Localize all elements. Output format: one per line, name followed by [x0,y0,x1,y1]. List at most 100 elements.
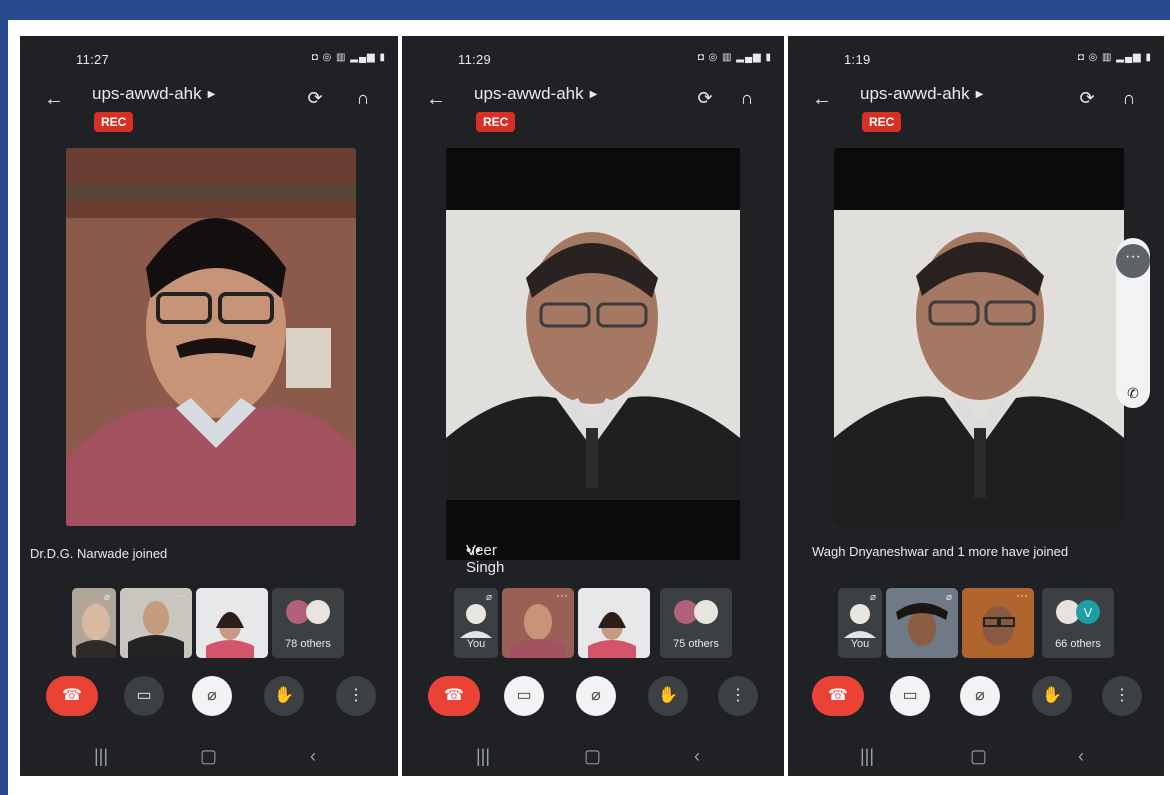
headphones-icon[interactable]: ∩ [734,88,760,114]
call-controls: ☎ ▭ ⌀ ✋ ⋮ [402,676,784,716]
join-notification: Dr.D.G. Narwade joined [20,536,398,572]
participant-thumb[interactable]: ⌀ [196,588,268,658]
join-text: Wagh Dnyaneshwar and 1 more have joined [812,544,1069,559]
mic-off-button[interactable]: ⌀ [960,676,1000,716]
raise-hand-button[interactable]: ✋ [264,676,304,716]
recents-icon[interactable]: ||| [94,746,108,767]
blue-frame-left [0,0,8,795]
meeting-title[interactable]: ups-awwd-ahk ▶ [474,84,597,104]
self-thumb[interactable]: ⌀ You [454,588,498,658]
end-call-button[interactable]: ☎ [46,676,98,716]
recents-icon[interactable]: ||| [860,746,874,767]
join-text: Dr.D.G. Narwade joined [30,546,168,561]
more-options-button[interactable]: ⋮ [336,676,376,716]
rec-badge: REC [476,112,516,132]
android-navbar: ||| ▢ ‹ [402,742,784,772]
phone-screen-3: 1:19 ◘ ◎ ▥ ▂▄▆ ▮ ← ups-awwd-ahk ▶ REC ⟳ ∩… [788,36,1164,776]
home-icon[interactable]: ▢ [970,746,987,767]
others-tile[interactable]: 78 others [272,588,344,658]
participant-thumb[interactable]: ··· [962,588,1034,658]
headphones-icon[interactable]: ∩ [1116,88,1142,114]
status-time: 11:27 [76,52,110,67]
android-navbar: ||| ▢ ‹ [20,742,398,772]
more-dots-icon[interactable]: ··· [556,588,568,602]
status-bar: 11:29 ◘ ◎ ▥ ▂▄▆ ▮ [402,50,784,68]
back-arrow-icon[interactable]: ← [426,88,446,111]
camera-off-button[interactable]: ▭ [504,676,544,716]
phone-screen-1: 11:27 ◘ ◎ ▥ ▂▄▆ ▮ ← ups-awwd-ahk ▶ REC ⟳ … [20,36,398,776]
others-tile[interactable]: V 66 others [1042,588,1114,658]
back-arrow-icon[interactable]: ← [812,88,832,111]
status-icons: ◘ ◎ ▥ ▂▄▆ ▮ [1077,52,1152,63]
home-icon[interactable]: ▢ [200,746,217,767]
phone-screen-2: 11:29 ◘ ◎ ▥ ▂▄▆ ▮ ← ups-awwd-ahk ▶ REC ⟳ … [402,36,784,776]
switch-camera-icon[interactable]: ⟳ [1074,88,1100,114]
avatar-letter: V [1084,605,1093,620]
meeting-topbar: ← ups-awwd-ahk ▶ REC ⟳ ∩ [402,82,784,132]
join-notification: Wagh Dnyaneshwar and 1 more have joined [802,534,1142,570]
others-count: 75 others [673,638,719,650]
status-icons: ◘ ◎ ▥ ▂▄▆ ▮ [697,52,772,63]
status-bar: 11:27 ◘ ◎ ▥ ▂▄▆ ▮ [20,50,398,68]
floating-side-panel[interactable]: ··· ✆ [1116,238,1150,408]
phone-call-icon[interactable]: ✆ [1116,385,1150,402]
participant-thumb[interactable]: ⌀ [72,588,116,658]
recents-icon[interactable]: ||| [476,746,490,767]
camera-off-button[interactable]: ▭ [890,676,930,716]
meeting-title[interactable]: ups-awwd-ahk ▶ [92,84,215,104]
home-icon[interactable]: ▢ [584,746,601,767]
mic-off-button[interactable]: ⌀ [576,676,616,716]
others-count: 78 others [285,638,331,650]
more-options-button[interactable]: ⋮ [1102,676,1142,716]
status-icons: ◘ ◎ ▥ ▂▄▆ ▮ [311,52,386,63]
mic-off-icon: ⌀ [637,592,644,603]
you-label: You [850,638,870,650]
more-dots-icon[interactable]: ··· [1116,244,1150,278]
call-controls: ☎ ▭ ⌀ ✋ ⋮ [20,676,398,716]
main-video [446,148,740,560]
participant-thumb[interactable]: ⌀ [886,588,958,658]
others-count: 66 others [1055,638,1101,650]
back-nav-icon[interactable]: ‹ [694,746,700,767]
end-call-button[interactable]: ☎ [428,676,480,716]
meeting-topbar: ← ups-awwd-ahk ▶ REC ⟳ ∩ [788,82,1164,132]
status-bar: 1:19 ◘ ◎ ▥ ▂▄▆ ▮ [788,50,1164,68]
mic-off-icon: ⌀ [945,592,952,603]
self-thumb[interactable]: ⌀ You [838,588,882,658]
raise-hand-button[interactable]: ✋ [648,676,688,716]
rec-badge: REC [94,112,134,132]
mic-off-icon: ⌀ [255,592,262,603]
participant-thumb[interactable]: ··· [502,588,574,658]
you-label: You [466,638,486,650]
camera-button[interactable]: ▭ [124,676,164,716]
blue-frame-top [0,0,1170,20]
android-navbar: ||| ▢ ‹ [788,742,1164,772]
more-options-button[interactable]: ⋮ [718,676,758,716]
mic-off-icon: ⌀ [103,592,110,603]
back-nav-icon[interactable]: ‹ [1078,746,1084,767]
status-time: 1:19 [844,52,871,67]
end-call-button[interactable]: ☎ [812,676,864,716]
mic-off-button[interactable]: ⌀ [192,676,232,716]
back-nav-icon[interactable]: ‹ [310,746,316,767]
meeting-topbar: ← ups-awwd-ahk ▶ REC ⟳ ∩ [20,82,398,132]
main-video [834,148,1124,526]
switch-camera-icon[interactable]: ⟳ [692,88,718,114]
raise-hand-button[interactable]: ✋ [1032,676,1072,716]
call-controls: ☎ ▭ ⌀ ✋ ⋮ [788,676,1164,716]
mic-off-icon: ⌀ [869,592,876,603]
more-dots-icon[interactable]: ··· [1016,588,1028,602]
more-dots-icon[interactable]: ··· [174,588,186,602]
mic-off-icon: ⌀ [485,592,492,603]
speaker-label: •ı• Veer Singh [466,542,505,576]
main-video [66,148,356,526]
switch-camera-icon[interactable]: ⟳ [302,88,328,114]
back-arrow-icon[interactable]: ← [44,88,64,111]
participant-thumb[interactable]: ⌀ [578,588,650,658]
status-time: 11:29 [458,52,492,67]
headphones-icon[interactable]: ∩ [350,88,376,114]
meeting-title[interactable]: ups-awwd-ahk ▶ [860,84,983,104]
participant-thumb[interactable]: ··· [120,588,192,658]
rec-badge: REC [862,112,902,132]
others-tile[interactable]: 75 others [660,588,732,658]
